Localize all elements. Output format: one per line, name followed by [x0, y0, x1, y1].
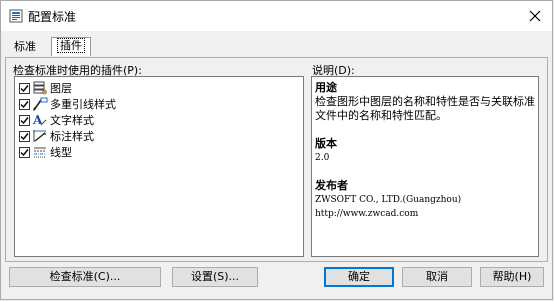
- text-style-icon: A: [32, 113, 47, 127]
- list-item-label: 多重引线样式: [50, 98, 116, 111]
- app-icon: [9, 9, 23, 23]
- version-value: 2.0: [315, 153, 330, 163]
- checkbox-dimension-style[interactable]: [19, 130, 30, 142]
- version-heading: 版本: [315, 137, 337, 150]
- checkbox-multileader[interactable]: [19, 98, 30, 110]
- list-item-text-style[interactable]: A 文字样式: [19, 112, 94, 128]
- help-button[interactable]: 帮助(H): [480, 267, 544, 287]
- close-icon[interactable]: [526, 7, 544, 25]
- layers-icon: [33, 81, 47, 95]
- plugins-list[interactable]: 图层 多重引线样式 A 文字样式 标注样式 线型: [14, 76, 304, 257]
- dimension-style-icon: [33, 130, 46, 142]
- linetype-icon: [34, 147, 46, 158]
- tab-plugins-label: 插件: [57, 38, 85, 53]
- list-item-linetype[interactable]: 线型: [19, 144, 72, 160]
- publisher-url: http://www.zwcad.com: [315, 209, 419, 219]
- checkbox-linetype[interactable]: [19, 146, 30, 158]
- checkbox-layers[interactable]: [19, 82, 30, 94]
- purpose-heading: 用途: [315, 81, 337, 94]
- list-item-label: 文字样式: [50, 114, 94, 127]
- cancel-button[interactable]: 取消: [402, 267, 472, 287]
- list-item-multileader[interactable]: 多重引线样式: [19, 96, 116, 112]
- settings-button[interactable]: 设置(S)...: [172, 267, 258, 287]
- checkbox-text-style[interactable]: [19, 114, 30, 126]
- list-item-dimension-style[interactable]: 标注样式: [19, 128, 94, 144]
- check-standards-button[interactable]: 检查标准(C)...: [9, 267, 161, 287]
- checkmark-icon: [20, 116, 29, 124]
- checkmark-icon: [20, 132, 29, 140]
- checkmark-icon: [20, 100, 29, 108]
- list-item-label: 标注样式: [50, 130, 94, 143]
- title-bar: 配置标准: [1, 1, 552, 31]
- multileader-icon: [33, 97, 48, 111]
- list-item-label: 线型: [50, 146, 72, 159]
- list-item-label: 图层: [50, 82, 72, 95]
- checkmark-icon: [20, 148, 29, 156]
- ok-button[interactable]: 确定: [324, 267, 394, 287]
- publisher-name: ZWSOFT CO., LTD.(Guangzhou): [315, 195, 462, 205]
- tab-plugins[interactable]: 插件: [51, 37, 91, 56]
- configure-standards-dialog: 配置标准 标准 插件 检查标准时使用的插件(P): 说明(D): 图层 多重引线…: [0, 0, 553, 300]
- window-title: 配置标准: [28, 10, 77, 24]
- tab-strip: 标准 插件: [1, 37, 552, 57]
- tab-standards[interactable]: 标准: [9, 39, 41, 55]
- checkmark-icon: [20, 84, 29, 92]
- list-item-layers[interactable]: 图层: [19, 80, 72, 96]
- purpose-text: 检查图形中图层的名称和特性是否与关联标准文件中的名称和特性匹配。: [315, 95, 535, 122]
- description-box: 用途 检查图形中图层的名称和特性是否与关联标准文件中的名称和特性匹配。 版本 2…: [311, 76, 539, 257]
- publisher-heading: 发布者: [315, 179, 348, 192]
